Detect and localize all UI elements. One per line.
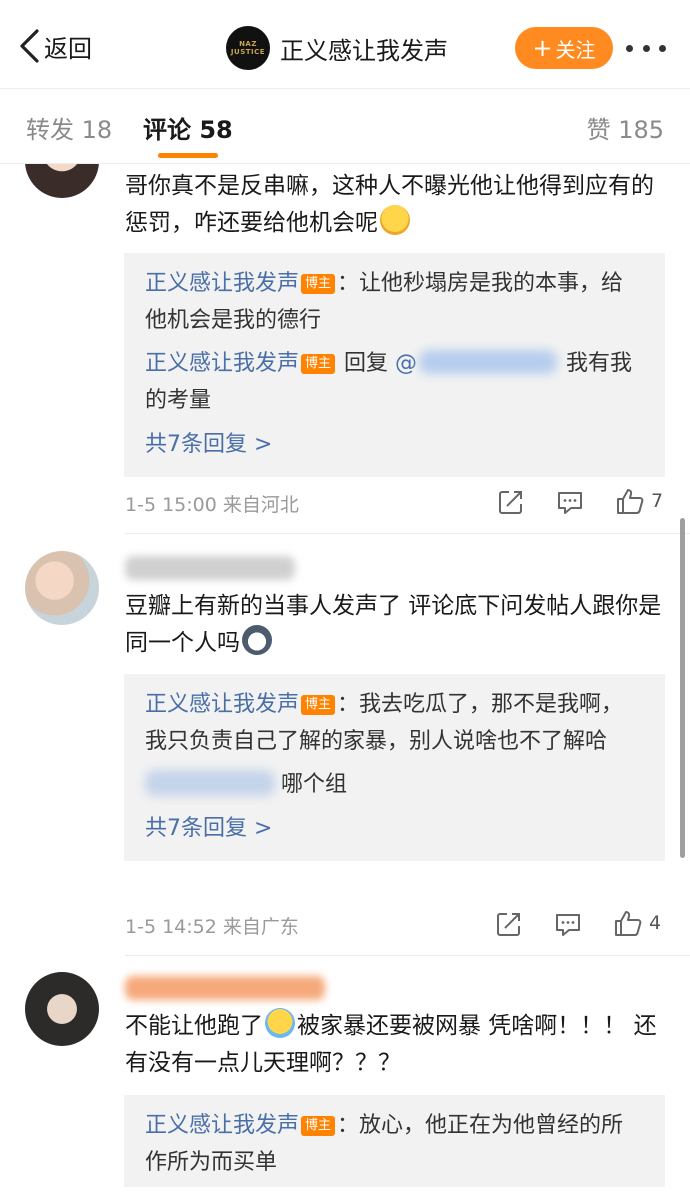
comment-item: 哥你真不是反串嘛，这种人不曝光他让他得到应有的惩罚，咋还要给他机会呢 正义感让我… — [0, 164, 690, 534]
tears-of-joy-emoji-icon — [380, 205, 410, 235]
plus-icon: + — [532, 34, 553, 62]
more-replies-link[interactable]: 共7条回复 > — [145, 425, 645, 477]
crying-emoji-icon — [265, 1008, 295, 1038]
more-dot-icon — [659, 44, 666, 52]
reply-preview-box[interactable]: 正义感让我发声 博主 ：让他秒塌房是我的本事，给他机会是我的德行 正义感让我发声 博主… — [124, 253, 665, 477]
reply-preview-box[interactable]: 正义感让我发声 博主 ：放心，他正在为他曾经的所作所为而买单 — [124, 1095, 665, 1187]
comment-item: 不能让他跑了 被家暴还要被网暴 凭啥啊！！！ 还有没有一点儿天理啊？？？ 正义感让… — [0, 970, 690, 1202]
blogger-badge: 博主 — [301, 274, 336, 294]
like-button[interactable]: 7 — [615, 486, 663, 516]
comment-bubble-icon — [558, 492, 582, 514]
more-dot-icon — [626, 44, 633, 52]
tab-comments[interactable]: 评论 58 — [143, 110, 233, 145]
reply-item: 正义感让我发声 博主 ：放心，他正在为他曾经的所作所为而买单 — [145, 1107, 645, 1181]
comment-item: 豆瓣上有新的当事人发声了 评论底下问发帖人跟你是同一个人吗 正义感让我发声 博主：… — [0, 548, 690, 958]
back-label: 返回 — [44, 34, 92, 63]
account-info[interactable]: NAZ JUSTICE 正义感让我发声 — [226, 26, 448, 70]
reply-to-label: 回复 — [344, 351, 389, 376]
share-icon — [497, 913, 520, 936]
avatar-logo-text: NAZ JUSTICE — [230, 40, 266, 56]
reply-author[interactable]: 正义感让我发声 — [145, 271, 299, 296]
blurred-username[interactable] — [125, 976, 325, 1000]
active-tab-indicator — [158, 153, 218, 158]
like-count: 4 — [649, 912, 662, 934]
reply-button[interactable] — [556, 488, 584, 516]
reply-author[interactable]: 正义感让我发声 — [145, 1113, 299, 1138]
comment-meta: 1-5 14:52 来自广东 — [125, 916, 299, 938]
more-options-button[interactable] — [626, 36, 666, 60]
blogger-badge: 博主 — [301, 695, 336, 715]
tab-likes[interactable]: 赞 185 — [587, 110, 664, 145]
thumbs-up-icon — [617, 489, 644, 514]
comment-text: 豆瓣上有新的当事人发声了 评论底下问发帖人跟你是同一个人吗 — [125, 588, 670, 662]
reply-item: 正义感让我发声 博主 回复 @ 我有我的考量 — [145, 345, 645, 419]
share-button[interactable] — [497, 488, 525, 516]
blurred-username[interactable] — [125, 556, 295, 580]
header-divider — [0, 88, 690, 89]
scrollbar[interactable] — [680, 518, 685, 858]
comment-text: 不能让他跑了 被家暴还要被网暴 凭啥啊！！！ 还有没有一点儿天理啊？？？ — [125, 1008, 670, 1082]
reply-author[interactable]: 正义感让我发声 — [145, 351, 299, 376]
comment-divider — [125, 533, 690, 534]
reply-author[interactable]: 正义感让我发声 — [145, 692, 299, 717]
share-button[interactable] — [495, 910, 523, 938]
back-button[interactable]: 返回 — [18, 26, 92, 66]
follow-button[interactable]: + 关注 — [515, 27, 613, 69]
comment-body-part1: 不能让他跑了 — [125, 1013, 263, 1039]
reply-item: 正义感让我发声 博主 ：我去吃瓜了，那不是我啊，我只负责自己了解的家暴，别人说啥也不… — [145, 686, 645, 760]
like-button[interactable]: 4 — [613, 908, 661, 938]
account-name[interactable]: 正义感让我发声 — [280, 31, 448, 66]
account-avatar[interactable]: NAZ JUSTICE — [226, 26, 270, 70]
dog-face-emoji-icon — [242, 625, 272, 655]
comment-body: 豆瓣上有新的当事人发声了 评论底下问发帖人跟你是同一个人吗 — [125, 593, 662, 656]
comment-feed: 哥你真不是反串嘛，这种人不曝光他让他得到应有的惩罚，咋还要给他机会呢 正义感让我… — [0, 164, 690, 1202]
reply-item: 正义感让我发声 博主 ：让他秒塌房是我的本事，给他机会是我的德行 — [145, 265, 645, 339]
reply-item: 哪个组 — [145, 766, 645, 803]
thumbs-up-icon — [615, 911, 642, 936]
top-nav-bar: 返回 NAZ JUSTICE 正义感让我发声 + 关注 — [0, 0, 690, 88]
comment-meta: 1-5 15:00 来自河北 — [125, 494, 299, 516]
tab-bar: 转发 18 评论 58 赞 185 — [0, 90, 690, 164]
blogger-badge: 博主 — [301, 354, 336, 374]
reply-text: 哪个组 — [281, 772, 348, 797]
comment-bubble-icon — [556, 914, 580, 936]
chevron-left-icon — [20, 29, 39, 63]
like-count: 7 — [651, 490, 664, 512]
mention-at[interactable]: @ — [395, 351, 417, 376]
blogger-badge: 博主 — [301, 1116, 336, 1136]
more-dot-icon — [642, 44, 650, 52]
comment-divider — [125, 955, 690, 956]
tab-reposts[interactable]: 转发 18 — [26, 110, 112, 145]
blurred-mention[interactable] — [419, 350, 558, 374]
blurred-username[interactable] — [145, 770, 275, 796]
more-replies-link[interactable]: 共7条回复 > — [145, 809, 645, 861]
commenter-avatar[interactable] — [25, 164, 99, 198]
comment-text: 哥你真不是反串嘛，这种人不曝光他让他得到应有的惩罚，咋还要给他机会呢 — [125, 168, 670, 242]
reply-button[interactable] — [554, 910, 582, 938]
follow-label: 关注 — [555, 37, 596, 62]
commenter-avatar[interactable] — [25, 551, 99, 625]
reply-preview-box[interactable]: 正义感让我发声 博主 ：我去吃瓜了，那不是我啊，我只负责自己了解的家暴，别人说啥也不… — [124, 674, 665, 861]
commenter-avatar[interactable] — [25, 972, 99, 1046]
share-icon — [499, 491, 522, 514]
